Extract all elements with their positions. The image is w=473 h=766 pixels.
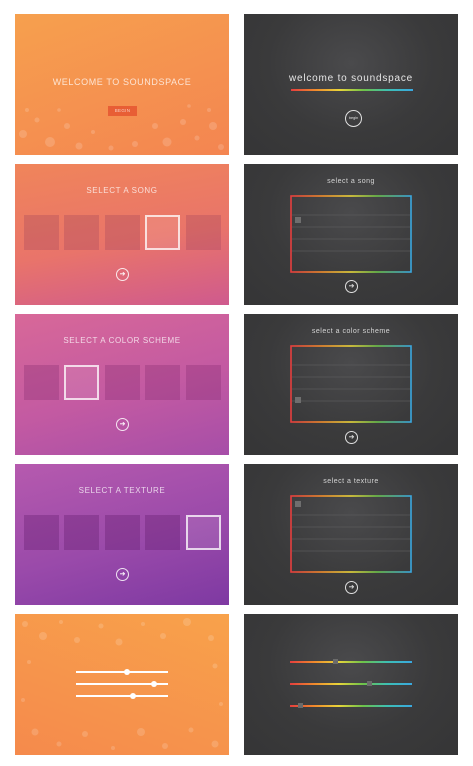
spectrum-underline xyxy=(291,89,413,91)
color-option-selected[interactable] xyxy=(64,365,99,400)
spectrum-slider-knob-2[interactable] xyxy=(366,681,372,686)
arrow-right-icon: ➔ xyxy=(119,271,126,278)
song-option-selected[interactable] xyxy=(145,215,180,250)
song-option[interactable] xyxy=(64,215,99,250)
texture-option-selected[interactable] xyxy=(186,515,221,550)
arrow-right-icon: ➔ xyxy=(348,283,355,290)
song-option[interactable] xyxy=(105,215,140,250)
welcome-screen-light: WELCOME TO SOUNDSPACE BEGIN xyxy=(15,14,229,155)
song-carousel-frame[interactable] xyxy=(290,195,412,273)
color-option[interactable] xyxy=(105,365,140,400)
next-button[interactable]: ➔ xyxy=(116,568,129,581)
texture-option[interactable] xyxy=(145,515,180,550)
select-color-title-dark: select a color scheme xyxy=(311,328,391,335)
arrow-right-icon: ➔ xyxy=(348,434,355,441)
welcome-screen-dark: welcome to soundspace begin xyxy=(244,14,458,155)
next-button[interactable]: ➔ xyxy=(116,418,129,431)
next-button[interactable]: ➔ xyxy=(116,268,129,281)
arrow-right-icon: ➔ xyxy=(348,584,355,591)
slider-knob-1[interactable] xyxy=(123,669,130,675)
color-option[interactable] xyxy=(186,365,221,400)
spectrum-slider-1[interactable] xyxy=(290,661,412,663)
color-option[interactable] xyxy=(24,365,59,400)
spectrum-slider-knob-1[interactable] xyxy=(332,659,338,664)
slider-track-3[interactable] xyxy=(76,695,168,697)
select-texture-title: SELECT A TEXTURE xyxy=(78,486,166,495)
spectrum-frame xyxy=(290,195,412,273)
spectrum-slider-2[interactable] xyxy=(290,683,412,685)
slider-knob-3[interactable] xyxy=(130,693,137,699)
texture-option[interactable] xyxy=(24,515,59,550)
select-color-screen-dark: select a color scheme ➔ xyxy=(244,314,458,455)
song-option[interactable] xyxy=(186,215,221,250)
next-button-dark[interactable]: ➔ xyxy=(345,581,358,594)
slider-track-1[interactable] xyxy=(76,671,168,673)
arrow-right-icon: ➔ xyxy=(119,421,126,428)
sliders-screen-light xyxy=(15,614,229,755)
selected-texture-marker xyxy=(295,501,301,507)
select-color-title: SELECT A COLOR SCHEME xyxy=(63,336,181,345)
spectrum-frame xyxy=(290,495,412,573)
select-song-screen-light: SELECT A SONG ➔ xyxy=(15,164,229,305)
texture-option[interactable] xyxy=(64,515,99,550)
select-color-screen-light: SELECT A COLOR SCHEME ➔ xyxy=(15,314,229,455)
begin-button-dark[interactable]: begin xyxy=(345,110,362,127)
welcome-title-dark: welcome to soundspace xyxy=(288,73,414,84)
texture-carousel-frame[interactable] xyxy=(290,495,412,573)
welcome-title: WELCOME TO SOUNDSPACE xyxy=(52,77,192,87)
color-option[interactable] xyxy=(145,365,180,400)
select-song-title: SELECT A SONG xyxy=(86,186,158,195)
song-option[interactable] xyxy=(24,215,59,250)
sliders-screen-dark xyxy=(244,614,458,755)
selected-song-marker xyxy=(295,217,301,223)
select-song-title-dark: select a song xyxy=(327,178,375,185)
texture-option[interactable] xyxy=(105,515,140,550)
select-song-screen-dark: select a song ➔ xyxy=(244,164,458,305)
next-button-dark[interactable]: ➔ xyxy=(345,280,358,293)
arrow-right-icon: ➔ xyxy=(119,571,126,578)
selected-color-marker xyxy=(295,397,301,403)
select-texture-title-dark: select a texture xyxy=(323,478,379,485)
select-texture-screen-dark: select a texture ➔ xyxy=(244,464,458,605)
spectrum-frame xyxy=(290,345,412,423)
next-button-dark[interactable]: ➔ xyxy=(345,431,358,444)
begin-button[interactable]: BEGIN xyxy=(108,106,137,116)
spectrum-slider-knob-3[interactable] xyxy=(298,703,304,708)
select-texture-screen-light: SELECT A TEXTURE ➔ xyxy=(15,464,229,605)
color-carousel-frame[interactable] xyxy=(290,345,412,423)
spectrum-slider-3[interactable] xyxy=(290,705,412,707)
